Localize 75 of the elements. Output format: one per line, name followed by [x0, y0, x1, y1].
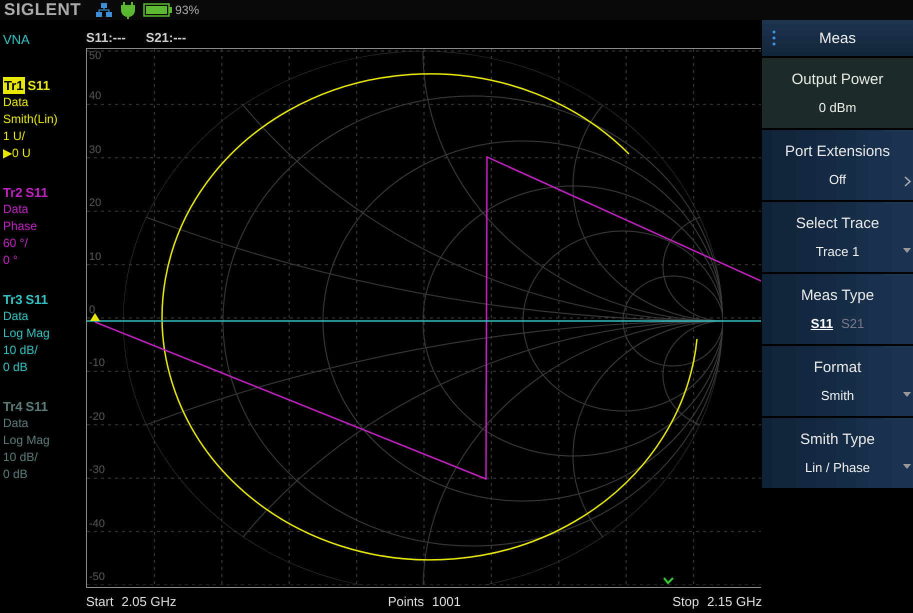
y-tick-label: 0	[89, 304, 96, 316]
y-tick-label: 10	[89, 250, 102, 263]
menu-item[interactable]: Format Smith	[762, 346, 913, 416]
marker-check-icon	[663, 577, 674, 584]
menu-item-value: Lin / Phase	[804, 460, 870, 476]
trace-setting: 0 dB	[3, 466, 28, 483]
trace-setting: 10 dB/	[3, 342, 38, 359]
trace-setting: 0 °	[3, 252, 18, 269]
menu-item[interactable]: Port Extensions Off	[762, 130, 913, 200]
sweep-label: Points	[388, 594, 424, 609]
trace-setting: Log Mag	[3, 325, 50, 342]
trace-parameter: S11	[26, 184, 48, 201]
battery-icon	[143, 3, 174, 17]
trace-setting: Smith(Lin)	[3, 111, 58, 128]
y-tick-label: 40	[89, 90, 102, 102]
trace-tab[interactable]: Tr4	[3, 398, 23, 415]
sweep-value: 2.05 GHz	[121, 594, 176, 609]
marker-readout: S11:---	[86, 30, 126, 47]
menu-item-value: Smith	[820, 388, 854, 404]
trace-setting: ▶0 U	[3, 145, 31, 162]
trace-setting: Data	[3, 201, 28, 218]
y-tick-label: 30	[89, 144, 102, 156]
y-tick-label: -20	[89, 410, 105, 423]
dropdown-caret-icon	[903, 248, 911, 254]
menu-item[interactable]: Output Power 0 dBm	[762, 58, 913, 128]
plug-icon	[121, 1, 136, 19]
battery-percent: 93%	[175, 3, 200, 17]
y-tick-label: -40	[89, 518, 105, 530]
y-tick-label: -50	[89, 571, 105, 583]
menu-item-label: Smith Type	[799, 430, 876, 448]
sweep-label: Start	[86, 594, 114, 609]
chevron-right-icon	[904, 176, 911, 188]
trace-setting: 0 dB	[3, 359, 28, 376]
trace-parameter: S11	[26, 291, 48, 308]
menu-item-value: Trace 1	[816, 244, 860, 260]
sweep-label: Stop	[672, 594, 700, 609]
trace-setting: Log Mag	[3, 432, 50, 449]
mode-label: VNA	[3, 32, 31, 47]
trace-setting: Data	[3, 308, 28, 325]
trace-setting: Phase	[3, 218, 38, 235]
menu-item-value: 0 dBm	[818, 100, 856, 116]
y-tick-label: 20	[89, 197, 102, 210]
trace-setting: Data	[3, 94, 28, 111]
menu-item-label: Select Trace	[794, 214, 880, 232]
trace-setting: Data	[3, 415, 28, 432]
trace-parameter: S11	[26, 398, 48, 415]
brand-logo: SIGLENT	[4, 0, 82, 20]
trace-setting: 60 °/	[3, 235, 28, 252]
menu-item-label: Meas Type	[800, 286, 876, 304]
toggle-option[interactable]: S11	[810, 316, 834, 332]
trace-tab[interactable]: Tr1	[3, 77, 25, 94]
trace-parameter: S11	[28, 77, 50, 94]
trace-tab[interactable]: Tr3	[3, 291, 23, 308]
more-icon[interactable]	[772, 30, 776, 46]
trace-tab[interactable]: Tr2	[3, 184, 23, 201]
dropdown-caret-icon	[903, 464, 911, 470]
menu-item-value: Off	[828, 172, 846, 188]
y-tick-label: -10	[89, 357, 105, 370]
menu-item[interactable]: Meas Type S11 S21	[762, 274, 913, 344]
dropdown-caret-icon	[903, 392, 911, 398]
y-tick-label: -30	[89, 464, 105, 476]
network-icon	[95, 2, 114, 18]
menu-item-label: Output Power	[790, 70, 884, 88]
trace-setting: 1 U/	[3, 128, 26, 145]
sweep-value: 1001	[432, 594, 461, 609]
menu-item-label: Format	[812, 358, 862, 376]
y-tick-label: 50	[89, 50, 102, 62]
sweep-value: 2.15 GHz	[707, 594, 762, 609]
menu-item-label: Port Extensions	[784, 142, 892, 160]
trace-setting: 10 dB/	[3, 449, 38, 466]
marker-readout: S21:---	[146, 30, 186, 47]
menu-title: Meas	[818, 30, 857, 46]
menu-item[interactable]: Smith Type Lin / Phase	[762, 418, 913, 488]
marker-triangle-icon	[90, 313, 100, 321]
menu-item[interactable]: Select Trace Trace 1	[762, 202, 913, 272]
